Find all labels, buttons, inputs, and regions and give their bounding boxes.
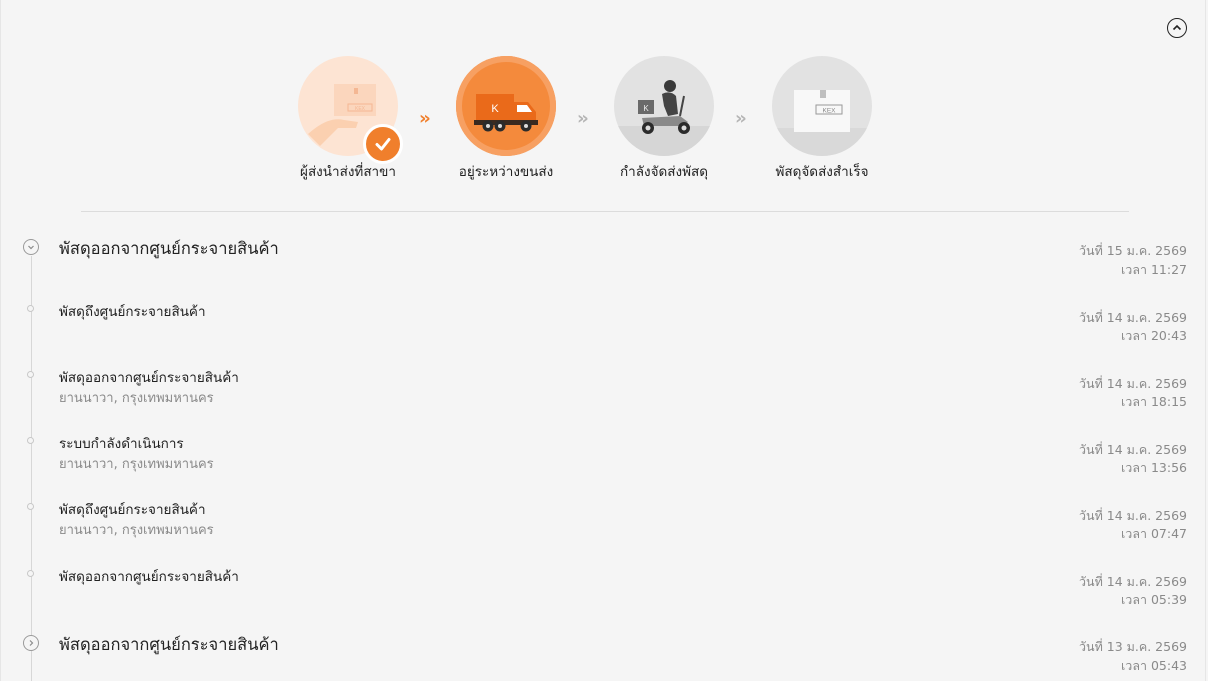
event-title: ระบบกำลังดำเนินการ <box>59 436 184 452</box>
timeline-dot <box>27 570 34 577</box>
step-label: พัสดุจัดส่งสำเร็จ <box>775 164 869 180</box>
event-date: วันที่ 14 ม.ค. 2569 <box>1079 508 1187 523</box>
event-time: เวลา 05:43 <box>1121 658 1187 673</box>
divider <box>81 211 1129 212</box>
step-sender-drop-off: KEX ผู้ส่งนำส่งที่สาขา <box>283 56 413 182</box>
event-location: ยานนาวา, กรุงเทพมหานคร <box>59 391 214 406</box>
event-time: เวลา 07:47 <box>1121 526 1187 541</box>
timeline-dot <box>27 503 34 510</box>
event-time: เวลา 13:56 <box>1121 460 1187 475</box>
truck-icon: K <box>456 56 556 156</box>
timeline-dot <box>27 305 34 312</box>
event-date: วันที่ 15 ม.ค. 2569 <box>1079 243 1187 258</box>
step-in-transit: K อยู่ระหว่างขนส่ง <box>441 56 571 182</box>
event-time: เวลา 05:39 <box>1121 592 1187 607</box>
step-arrow-icon: ›› <box>577 108 589 129</box>
chevron-right-icon[interactable] <box>23 635 39 651</box>
truck-logo: K <box>491 103 499 115</box>
tracking-panel: KEX ผู้ส่งนำส่งที่สาขา ›› K อยู่ระหว่างข… <box>0 0 1206 681</box>
timeline-dot <box>27 437 34 444</box>
step-delivered: KEX พัสดุจัดส่งสำเร็จ <box>757 56 887 182</box>
event-time: เวลา 11:27 <box>1121 262 1187 277</box>
collapse-button[interactable] <box>1167 18 1187 38</box>
event-time: เวลา 20:43 <box>1121 328 1187 343</box>
event-title: พัสดุออกจากศูนย์กระจายสินค้า <box>59 635 279 654</box>
svg-text:K: K <box>643 104 649 113</box>
event-time: เวลา 18:15 <box>1121 394 1187 409</box>
event-title: พัสดุออกจากศูนย์กระจายสินค้า <box>59 370 239 386</box>
step-label: อยู่ระหว่างขนส่ง <box>458 164 554 180</box>
chevron-down-icon[interactable] <box>23 239 39 255</box>
step-out-for-delivery: K กำลังจัดส่งพัสดุ <box>599 56 729 182</box>
step-arrow-icon: ›› <box>419 108 431 129</box>
kex-box-label: KEX <box>822 108 836 115</box>
step-arrow-icon: ›› <box>735 108 747 129</box>
chevron-up-icon <box>1172 24 1182 31</box>
event-title: พัสดุออกจากศูนย์กระจายสินค้า <box>59 569 239 585</box>
event-location: ยานนาวา, กรุงเทพมหานคร <box>59 523 214 538</box>
step-label: ผู้ส่งนำส่งที่สาขา <box>300 164 396 180</box>
kex-box-label: KEX <box>355 106 366 112</box>
event-title: พัสดุถึงศูนย์กระจายสินค้า <box>59 304 206 320</box>
event-date: วันที่ 14 ม.ค. 2569 <box>1079 310 1187 325</box>
event-date: วันที่ 14 ม.ค. 2569 <box>1079 574 1187 589</box>
event-title: พัสดุออกจากศูนย์กระจายสินค้า <box>59 239 279 258</box>
event-date: วันที่ 14 ม.ค. 2569 <box>1079 442 1187 457</box>
event-date: วันที่ 13 ม.ค. 2569 <box>1079 639 1187 654</box>
delivered-box-icon: KEX <box>772 56 872 156</box>
step-label: กำลังจัดส่งพัสดุ <box>619 164 709 180</box>
event-date: วันที่ 14 ม.ค. 2569 <box>1079 376 1187 391</box>
event-location: ยานนาวา, กรุงเทพมหานคร <box>59 457 214 472</box>
timeline-dot <box>27 371 34 378</box>
timeline-line <box>31 256 32 681</box>
event-title: พัสดุถึงศูนย์กระจายสินค้า <box>59 502 206 518</box>
delivery-scooter-icon: K <box>614 56 714 156</box>
completed-check-icon <box>363 124 403 164</box>
